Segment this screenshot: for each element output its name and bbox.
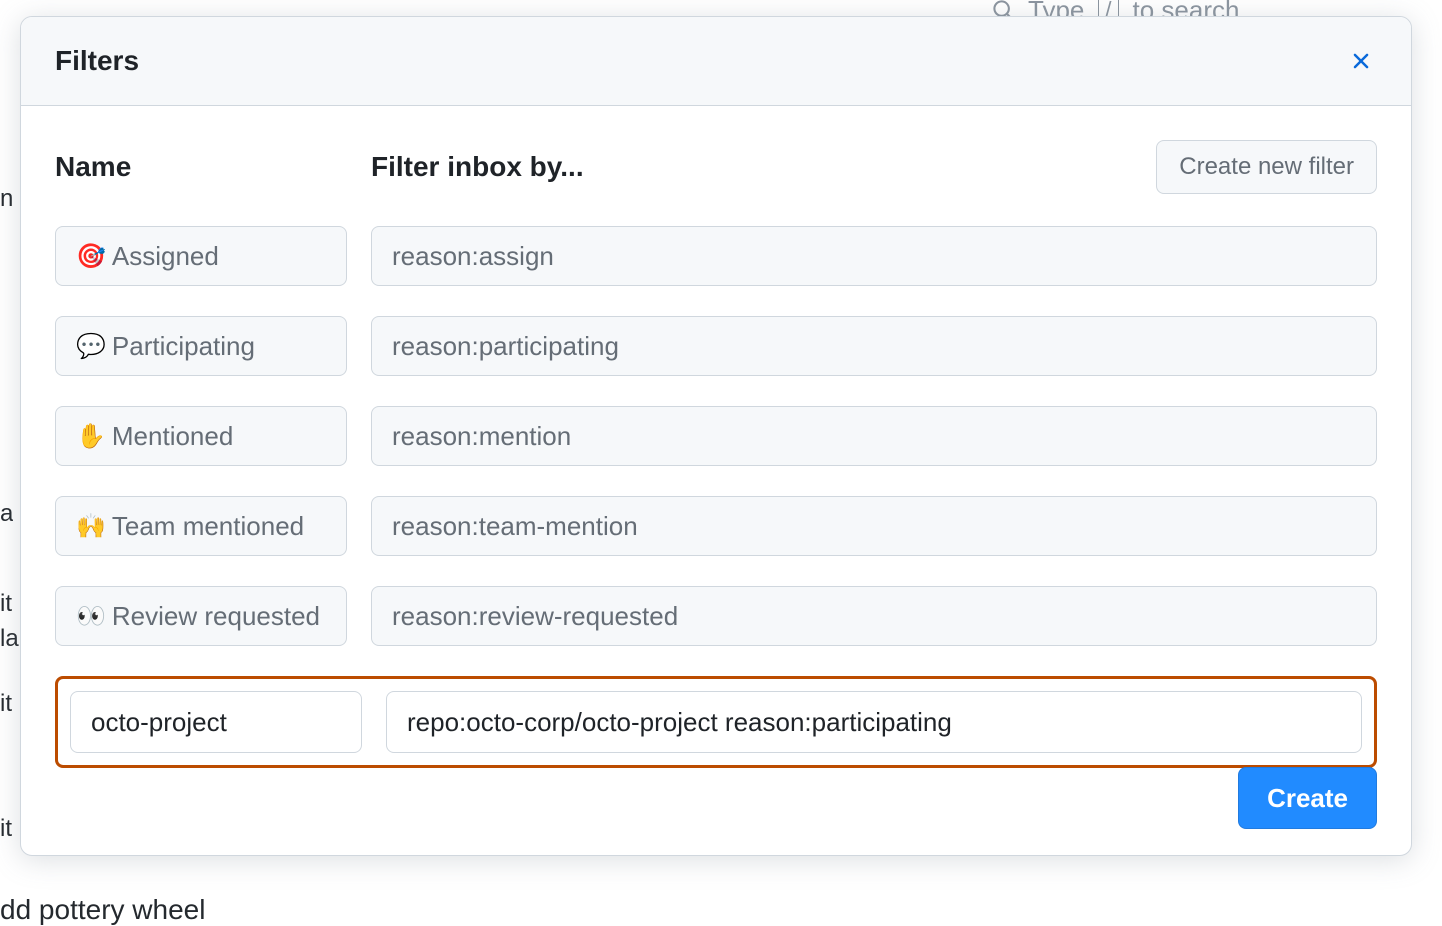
- filter-emoji-icon: 🎯: [76, 242, 106, 271]
- bg-fragment: it: [0, 815, 12, 843]
- filter-emoji-icon: 👀: [76, 602, 106, 631]
- filter-name-input[interactable]: 🙌Team mentioned: [55, 496, 347, 556]
- filters-modal: Filters Name Filter inbox by... Create n…: [20, 16, 1412, 856]
- column-header-name: Name: [55, 151, 371, 183]
- filter-row: 💬Participating reason:participating: [55, 316, 1377, 376]
- filter-name-text: Team mentioned: [112, 511, 304, 542]
- create-new-filter-button[interactable]: Create new filter: [1156, 140, 1377, 194]
- new-filter-query-input[interactable]: repo:octo-corp/octo-project reason:parti…: [386, 691, 1362, 753]
- bg-fragment: n: [0, 185, 13, 213]
- filter-name-text: Participating: [112, 331, 255, 362]
- filter-row: 👀Review requested reason:review-requested: [55, 586, 1377, 646]
- new-filter-name-input[interactable]: octo-project: [70, 691, 362, 753]
- columns-header-row: Name Filter inbox by... Create new filte…: [55, 140, 1377, 194]
- close-button[interactable]: [1345, 45, 1377, 77]
- filter-name-text: Review requested: [112, 601, 320, 632]
- filter-name-input[interactable]: 👀Review requested: [55, 586, 347, 646]
- filter-emoji-icon: ✋: [76, 422, 106, 451]
- filter-name-input[interactable]: 🎯Assigned: [55, 226, 347, 286]
- filter-emoji-icon: 💬: [76, 332, 106, 361]
- filter-name-input[interactable]: ✋Mentioned: [55, 406, 347, 466]
- filter-query-input[interactable]: reason:assign: [371, 226, 1377, 286]
- filter-row: 🎯Assigned reason:assign: [55, 226, 1377, 286]
- modal-body: Name Filter inbox by... Create new filte…: [21, 106, 1411, 855]
- create-button[interactable]: Create: [1238, 767, 1377, 829]
- column-header-query: Filter inbox by...: [371, 151, 1156, 183]
- filter-query-input[interactable]: reason:participating: [371, 316, 1377, 376]
- bg-bottom-fragment: dd pottery wheel: [0, 894, 205, 926]
- bg-fragment: it: [0, 590, 12, 618]
- filter-query-input[interactable]: reason:review-requested: [371, 586, 1377, 646]
- filter-name-input[interactable]: 💬Participating: [55, 316, 347, 376]
- filter-query-input[interactable]: reason:team-mention: [371, 496, 1377, 556]
- modal-title: Filters: [55, 45, 139, 77]
- filter-name-text: Mentioned: [112, 421, 233, 452]
- new-filter-row-highlight: octo-project repo:octo-corp/octo-project…: [55, 676, 1377, 768]
- filter-row: ✋Mentioned reason:mention: [55, 406, 1377, 466]
- bg-fragment: la: [0, 625, 19, 653]
- filter-name-text: Assigned: [112, 241, 219, 272]
- bg-fragment: it: [0, 690, 12, 718]
- bg-fragment: a: [0, 500, 13, 528]
- filter-query-input[interactable]: reason:mention: [371, 406, 1377, 466]
- filter-emoji-icon: 🙌: [76, 512, 106, 541]
- modal-header: Filters: [21, 17, 1411, 106]
- filter-row: 🙌Team mentioned reason:team-mention: [55, 496, 1377, 556]
- close-icon: [1348, 48, 1374, 74]
